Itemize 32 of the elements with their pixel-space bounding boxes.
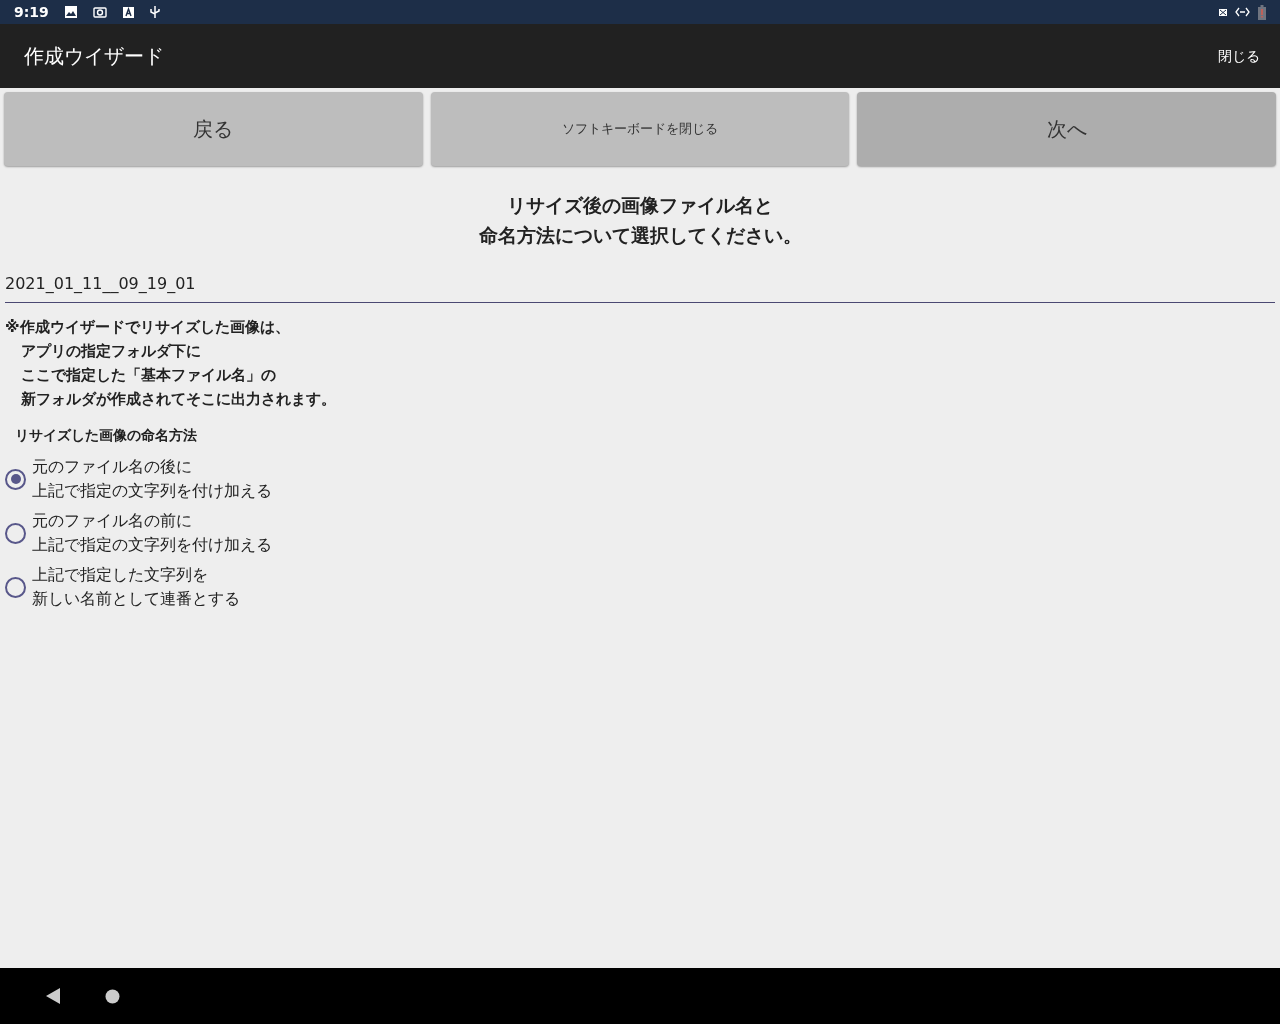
option-label-line[interactable]: 上記で指定の文字列を付け加える — [32, 533, 272, 557]
heading-line: 命名方法について選択してください。 — [478, 223, 802, 248]
option-label-line[interactable]: 上記で指定した文字列を — [32, 563, 240, 587]
radio-button[interactable] — [5, 576, 26, 598]
network-icon — [1219, 8, 1227, 16]
home-icon[interactable] — [105, 988, 120, 1004]
wizard-button[interactable]: 戻る — [4, 92, 423, 166]
option-label-line[interactable]: 上記で指定の文字列を付け加える — [32, 479, 272, 503]
app-bar-title: 作成ウイザード — [24, 43, 164, 70]
image-icon — [64, 6, 77, 18]
note-line: 新フォルダが作成されてそこに出力されます。 — [20, 389, 337, 410]
radio-button[interactable] — [5, 522, 26, 544]
option-label-line[interactable]: 元のファイル名の前に — [32, 509, 272, 533]
note-line: アプリの指定フォルダ下に — [20, 341, 202, 362]
note-line: ※作成ウイザードでリサイズした画像は、 — [5, 317, 291, 338]
usb-icon — [149, 5, 160, 19]
code-arrows-icon — [1235, 7, 1250, 17]
camera-icon — [92, 6, 107, 18]
wizard-button[interactable]: 次へ — [857, 92, 1276, 166]
naming-label: リサイズした画像の命名方法 — [15, 426, 198, 445]
battery-icon — [1258, 4, 1266, 20]
clock: 9:19 — [14, 2, 49, 22]
option-label-line[interactable]: 元のファイル名の後に — [32, 455, 272, 479]
letter-a-icon — [122, 6, 134, 18]
filename-field[interactable]: 2021_01_11__09_19_01 — [5, 266, 1275, 303]
note-line: ここで指定した「基本ファイル名」の — [20, 365, 277, 386]
wizard-button[interactable]: ソフトキーボードを閉じる — [430, 92, 850, 166]
option-label-line[interactable]: 新しい名前として連番とする — [32, 587, 240, 611]
radio-button[interactable] — [5, 468, 26, 490]
back-icon[interactable] — [46, 988, 61, 1004]
close-link[interactable]: 閉じる — [1212, 44, 1266, 68]
heading-line: リサイズ後の画像ファイル名と — [506, 193, 774, 218]
